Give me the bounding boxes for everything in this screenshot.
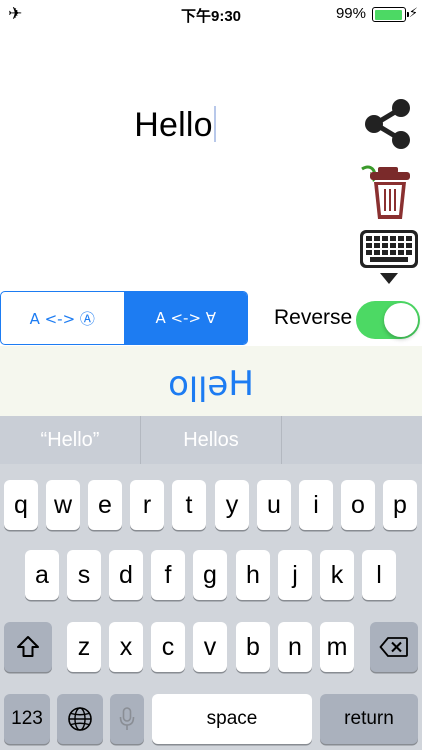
key-u[interactable]: u <box>257 480 291 530</box>
key-p[interactable]: p <box>383 480 417 530</box>
status-bar: ✈ 下午9:30 99% ⚡ <box>0 0 422 28</box>
key-w[interactable]: w <box>46 480 80 530</box>
key-y[interactable]: y <box>215 480 249 530</box>
output-text[interactable]: oןןǝH <box>0 364 422 404</box>
suggestion-bar: “Hello” Hellos <box>0 416 422 464</box>
shift-icon <box>17 636 39 657</box>
key-x[interactable]: x <box>109 622 143 672</box>
key-m[interactable]: m <box>320 622 354 672</box>
suggestion-item[interactable] <box>281 416 422 464</box>
clear-text-button[interactable] <box>358 163 418 223</box>
key-v[interactable]: v <box>193 622 227 672</box>
key-i[interactable]: i <box>299 480 333 530</box>
reverse-switch[interactable] <box>356 301 420 339</box>
text-caret <box>213 106 216 142</box>
backspace-key[interactable] <box>370 622 418 672</box>
numbers-key[interactable]: 123 <box>4 694 50 744</box>
key-c[interactable]: c <box>151 622 185 672</box>
keyboard-hide-icon <box>360 230 418 284</box>
key-t[interactable]: t <box>172 480 206 530</box>
shift-key[interactable] <box>4 622 52 672</box>
key-g[interactable]: g <box>193 550 227 600</box>
key-z[interactable]: z <box>67 622 101 672</box>
mode-upside-down-option[interactable]: A <-> ∀ <box>123 292 247 344</box>
key-n[interactable]: n <box>278 622 312 672</box>
return-key[interactable]: return <box>320 694 418 744</box>
key-b[interactable]: b <box>236 622 270 672</box>
key-j[interactable]: j <box>278 550 312 600</box>
charging-icon: ⚡ <box>408 5 418 20</box>
key-s[interactable]: s <box>67 550 101 600</box>
mode-segmented-control[interactable]: A <-> Ⓐ A <-> ∀ <box>0 291 248 345</box>
share-button[interactable] <box>362 98 414 150</box>
dictation-key[interactable] <box>110 694 144 744</box>
globe-icon <box>68 707 92 731</box>
key-k[interactable]: k <box>320 550 354 600</box>
reverse-label: Reverse <box>274 306 353 329</box>
key-r[interactable]: r <box>130 480 164 530</box>
switch-knob <box>384 303 418 337</box>
key-o[interactable]: o <box>341 480 375 530</box>
key-e[interactable]: e <box>88 480 122 530</box>
key-q[interactable]: q <box>4 480 38 530</box>
hide-keyboard-button[interactable] <box>358 228 420 286</box>
share-icon <box>365 99 410 149</box>
key-h[interactable]: h <box>236 550 270 600</box>
space-key[interactable]: space <box>152 694 312 744</box>
backspace-icon <box>379 637 408 657</box>
mode-circled-option[interactable]: A <-> Ⓐ <box>1 292 124 344</box>
input-text-line[interactable]: Hello <box>0 106 350 145</box>
battery-percent: 99% <box>335 5 366 22</box>
suggestion-item[interactable]: “Hello” <box>0 416 140 464</box>
text-input-area[interactable]: Hello <box>0 60 350 190</box>
key-l[interactable]: l <box>362 550 396 600</box>
keyboard: “Hello” Hellos q w e r t y u i o p a s d… <box>0 416 422 750</box>
globe-key[interactable] <box>57 694 103 744</box>
key-a[interactable]: a <box>25 550 59 600</box>
key-d[interactable]: d <box>109 550 143 600</box>
microphone-icon <box>119 707 135 730</box>
input-text: Hello <box>134 106 213 144</box>
suggestion-item[interactable]: Hellos <box>140 416 281 464</box>
key-f[interactable]: f <box>151 550 185 600</box>
output-area[interactable]: oןןǝH <box>0 346 422 416</box>
battery-icon <box>372 7 409 22</box>
trash-icon <box>361 165 410 219</box>
